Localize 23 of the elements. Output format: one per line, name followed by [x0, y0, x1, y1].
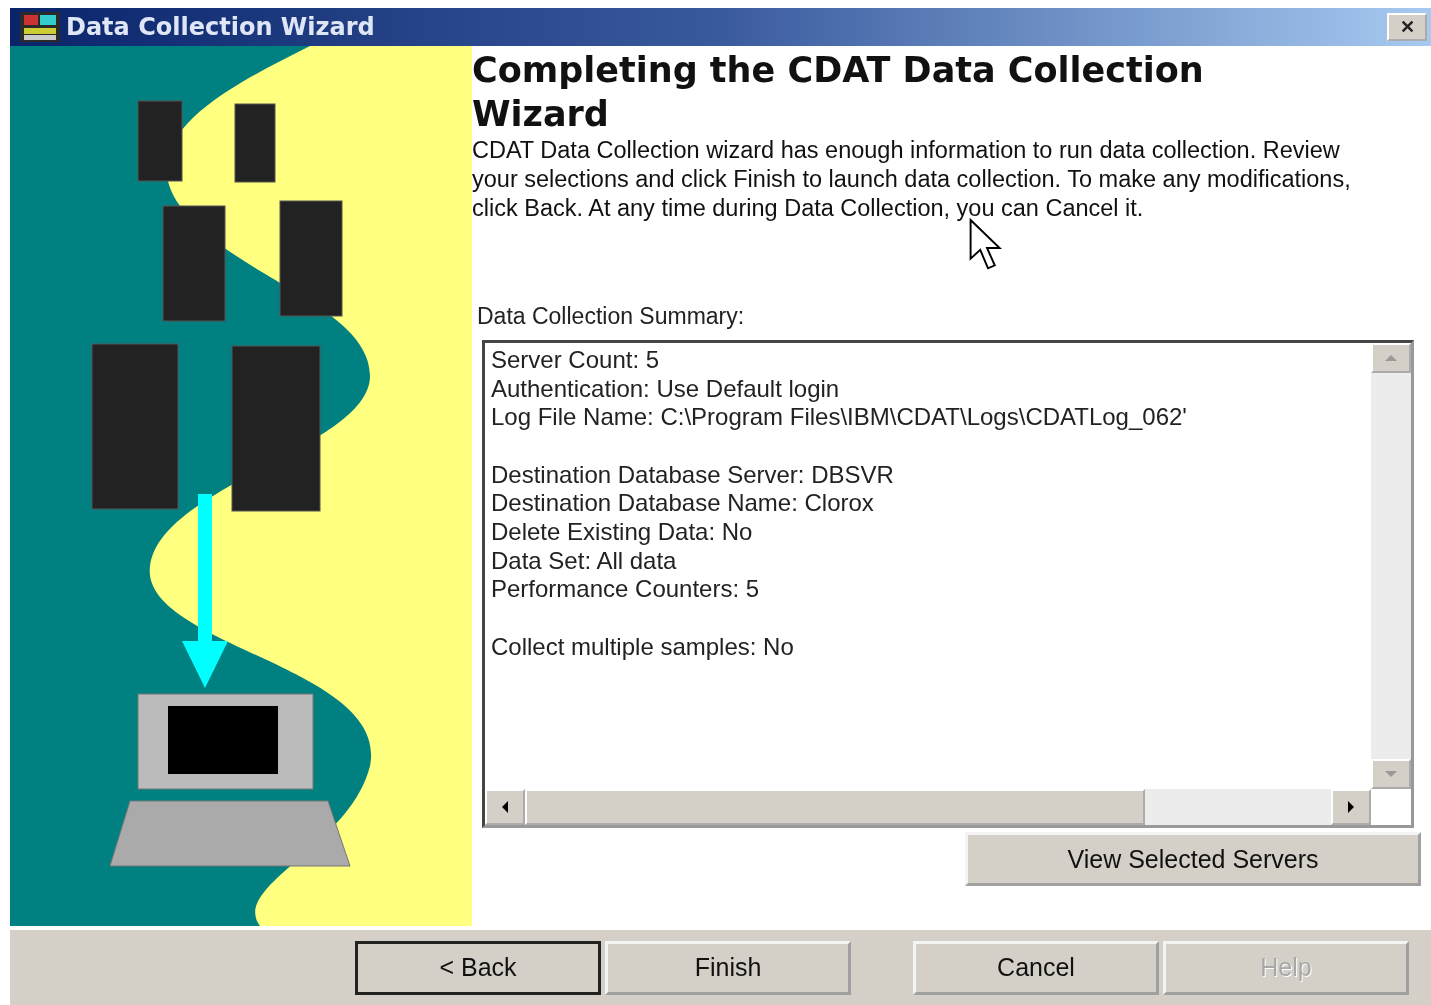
summary-line: Delete Existing Data: No: [491, 518, 754, 547]
summary-line: Data Set: All data: [491, 546, 678, 576]
summary-label: Data Collection Summary:: [477, 303, 746, 330]
scroll-left-icon[interactable]: [485, 789, 525, 825]
wizard-button[interactable]: < Back: [355, 940, 601, 995]
scroll-right-icon[interactable]: [1331, 789, 1371, 825]
description-text: CDAT Data Collection wizard has enough information to run data collection. Review your selections and click Finish to launch data collection. To make any modifications, click Back. At any time during Data Collection, you can Cancel it.: [472, 136, 1352, 223]
summary-line: Performance Counters: 5: [491, 575, 761, 605]
vertical-scrollbar[interactable]: [1371, 343, 1411, 789]
summary-line: Log File Name: C:\Program Files\IBM\CDAT\Logs\CDATLog_062': [491, 403, 1188, 433]
summary-line: Collect multiple samples: No: [491, 632, 795, 662]
close-button[interactable]: ✕: [1387, 13, 1427, 41]
summary-line: Server Count: 5: [491, 346, 661, 375]
window-title: Data Collection Wizard: [66, 13, 376, 41]
summary-line: Destination Database Name: Clorox: [491, 489, 875, 518]
scrollbar-thumb[interactable]: [525, 789, 1145, 825]
wizard-button[interactable]: Cancel: [913, 940, 1159, 995]
scroll-up-icon[interactable]: [1371, 343, 1411, 373]
wizard-button[interactable]: Finish: [605, 940, 851, 995]
summary-line: Authentication: Use Default login: [491, 374, 841, 404]
summary-line: Destination Database Server: DBSVR: [491, 460, 895, 490]
wizard-heading: Completing the CDAT Data Collection Wizard: [472, 49, 1205, 136]
view-selected-servers-button[interactable]: View Selected Servers: [965, 832, 1421, 886]
